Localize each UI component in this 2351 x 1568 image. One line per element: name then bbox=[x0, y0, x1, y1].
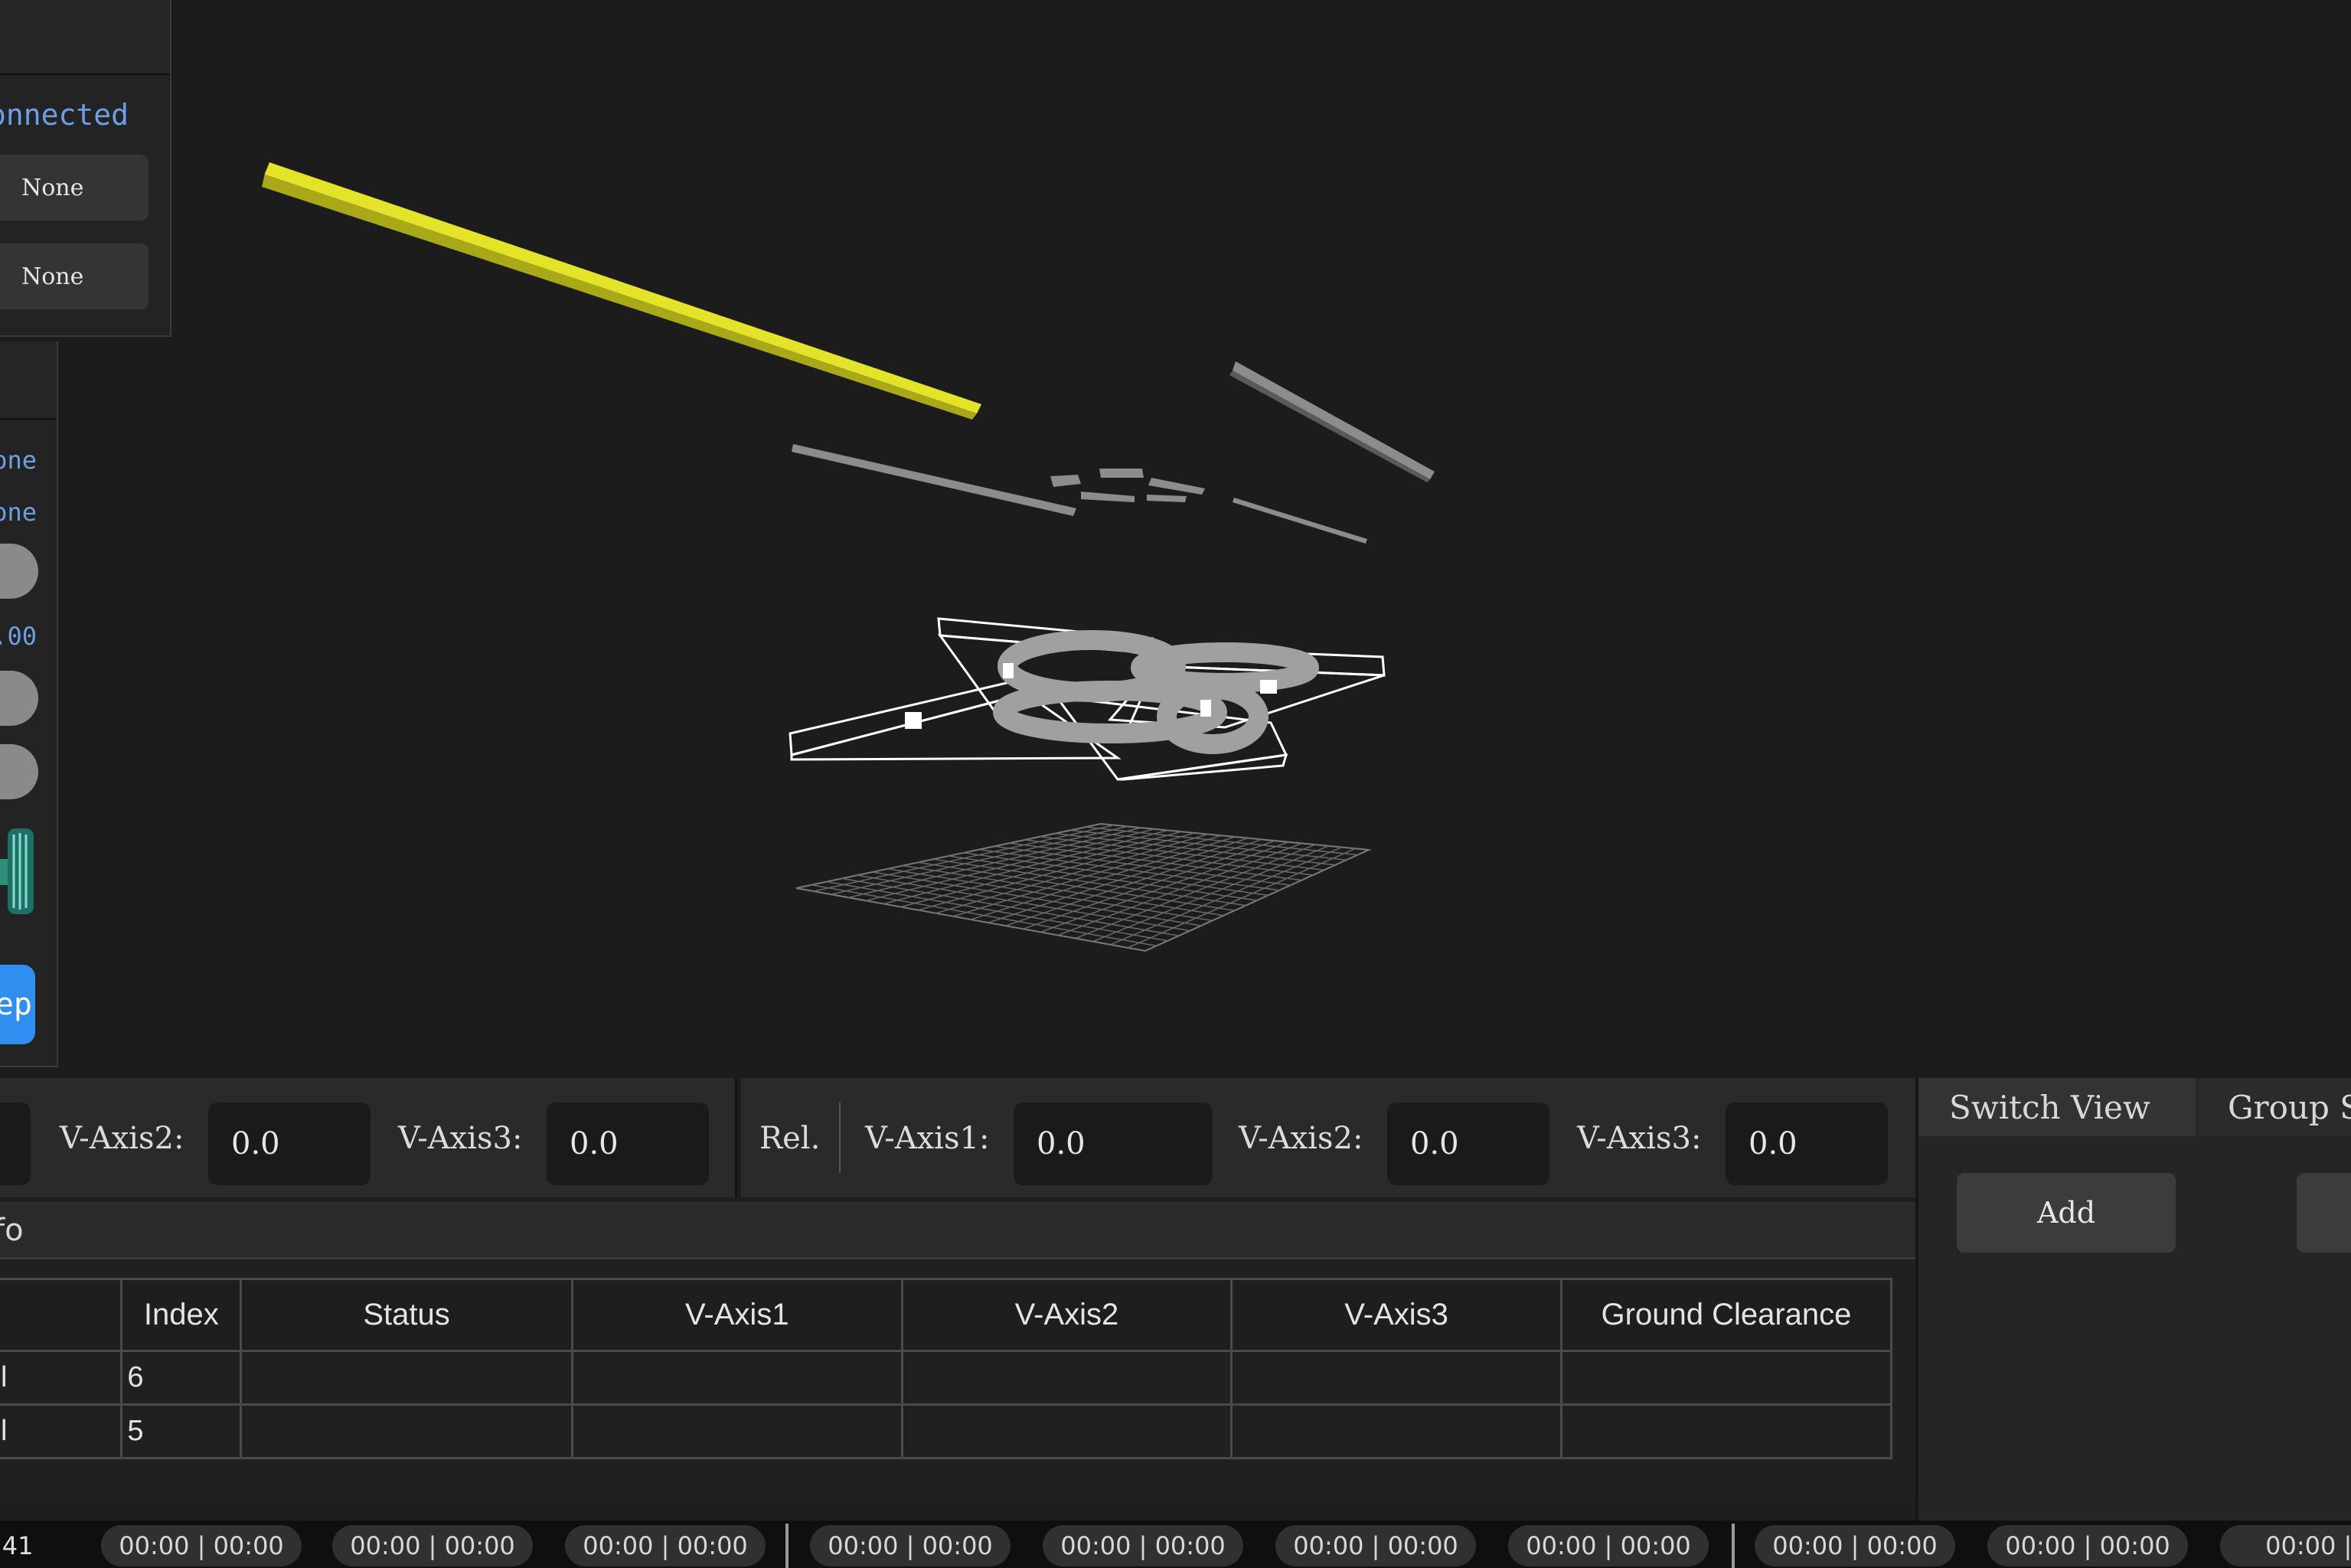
timeline-segment[interactable]: 00:00 | 00:00 bbox=[810, 1525, 1011, 1566]
axis2-abs-label: V-Axis2: bbox=[60, 1121, 184, 1156]
table-row[interactable]: l 6 bbox=[0, 1350, 1893, 1406]
port-select-button[interactable]: None bbox=[0, 155, 149, 220]
cell-index: 6 bbox=[120, 1350, 243, 1406]
info-header: fo bbox=[0, 1202, 1915, 1259]
timeline-divider bbox=[785, 1524, 789, 1568]
connection-panel: onnected None None bbox=[0, 0, 171, 337]
cell-status bbox=[240, 1350, 573, 1406]
connection-panel-header bbox=[0, 0, 170, 75]
cell-v-axis3 bbox=[1230, 1350, 1562, 1406]
ground-grid bbox=[795, 822, 1372, 952]
axis3-rel-label: V-Axis3: bbox=[1577, 1121, 1702, 1156]
col-header-v-axis3[interactable]: V-Axis3 bbox=[1230, 1278, 1562, 1352]
axis3-abs-input[interactable]: 0.0 bbox=[547, 1102, 709, 1185]
tab-group[interactable]: Group S bbox=[2199, 1078, 2351, 1136]
axis2-rel-label: V-Axis2: bbox=[1239, 1121, 1363, 1156]
axis3-rel-input[interactable]: 0.0 bbox=[1726, 1102, 1888, 1185]
control-panel-header bbox=[0, 341, 57, 420]
absolute-axis-bar: V-Axis2: 0.0 V-Axis3: 0.0 bbox=[0, 1078, 737, 1197]
secondary-button[interactable] bbox=[2297, 1173, 2351, 1253]
device-select-button[interactable]: None bbox=[0, 243, 149, 309]
control-value-3: .00 bbox=[0, 622, 37, 651]
cell-ground-clearance bbox=[1559, 1350, 1893, 1406]
axis1-abs-input[interactable] bbox=[0, 1102, 31, 1185]
axis1-rel-input[interactable]: 0.0 bbox=[1014, 1102, 1213, 1185]
axis1-rel-label: V-Axis1: bbox=[865, 1121, 990, 1156]
cell-v-axis3 bbox=[1230, 1403, 1562, 1459]
col-header-name[interactable] bbox=[0, 1278, 123, 1352]
timeline-segment[interactable]: 00:00 | 00:00 bbox=[1755, 1525, 1955, 1566]
waypoint-table-area: Index Status V-Axis1 V-Axis2 V-Axis3 Gro… bbox=[0, 1259, 1915, 1503]
view-side-panel: Switch View Group S Add bbox=[1915, 1078, 2351, 1521]
cell-v-axis1 bbox=[570, 1350, 903, 1406]
timeline-segment[interactable]: 00:00 | 00:00 bbox=[1275, 1525, 1476, 1566]
rel-label: Rel. bbox=[759, 1121, 821, 1156]
axis3-abs-label: V-Axis3: bbox=[398, 1121, 523, 1156]
timeline-segment[interactable]: 00:00 | 0 bbox=[2220, 1525, 2351, 1566]
step-button[interactable]: ep bbox=[0, 965, 35, 1044]
scene-canvas[interactable] bbox=[0, 0, 2351, 1078]
rel-separator bbox=[839, 1102, 841, 1173]
timeline-current-time: :41 bbox=[0, 1531, 34, 1560]
timeline-divider bbox=[1732, 1524, 1735, 1568]
cell-ground-clearance bbox=[1559, 1403, 1893, 1459]
timeline-segment[interactable]: 00:00 | 00:00 bbox=[565, 1525, 766, 1566]
timeline-segment[interactable]: 00:00 | 00:00 bbox=[101, 1525, 302, 1566]
timeline-segment[interactable]: 00:00 | 00:00 bbox=[1508, 1525, 1709, 1566]
cell-v-axis1 bbox=[570, 1403, 903, 1459]
timeline-segment[interactable]: 00:00 | 00:00 bbox=[1987, 1525, 2188, 1566]
tab-switch-view[interactable]: Switch View bbox=[1918, 1078, 2196, 1136]
cell-v-axis2 bbox=[900, 1403, 1233, 1459]
axis2-abs-input[interactable]: 0.0 bbox=[208, 1102, 371, 1185]
table-row[interactable]: l 5 bbox=[0, 1403, 1893, 1459]
timeline-bar[interactable]: :41 00:00 | 00:00 00:00 | 00:00 00:00 | … bbox=[0, 1521, 2351, 1568]
cell-v-axis2 bbox=[900, 1350, 1233, 1406]
control-value-2: one bbox=[0, 498, 37, 527]
col-header-ground-clearance[interactable]: Ground Clearance bbox=[1559, 1278, 1893, 1352]
slider-handle-icon[interactable] bbox=[0, 828, 35, 914]
cell-index: 5 bbox=[120, 1403, 243, 1459]
info-title: fo bbox=[0, 1213, 24, 1248]
control-panel: one one .00 ep bbox=[0, 341, 58, 1067]
col-header-index[interactable]: Index bbox=[120, 1278, 243, 1352]
control-toggle-1[interactable] bbox=[0, 544, 38, 599]
control-toggle-3[interactable] bbox=[0, 744, 38, 799]
table-header-row: Index Status V-Axis1 V-Axis2 V-Axis3 Gro… bbox=[0, 1278, 1893, 1352]
relative-axis-bar: Rel. V-Axis1: 0.0 V-Axis2: 0.0 V-Axis3: … bbox=[741, 1078, 1915, 1197]
timeline-segment[interactable]: 00:00 | 00:00 bbox=[332, 1525, 533, 1566]
3d-viewport[interactable] bbox=[0, 0, 2351, 1078]
col-header-v-axis2[interactable]: V-Axis2 bbox=[900, 1278, 1233, 1352]
cell-name: l bbox=[0, 1403, 123, 1459]
timeline-segment[interactable]: 00:00 | 00:00 bbox=[1043, 1525, 1243, 1566]
col-header-v-axis1[interactable]: V-Axis1 bbox=[570, 1278, 903, 1352]
connection-status: onnected bbox=[0, 98, 129, 132]
control-value-1: one bbox=[0, 446, 37, 475]
add-button[interactable]: Add bbox=[1957, 1173, 2176, 1253]
app-window: onnected None None one one .00 ep V-Axis… bbox=[0, 0, 2351, 1568]
axis2-rel-input[interactable]: 0.0 bbox=[1387, 1102, 1549, 1185]
cell-name: l bbox=[0, 1350, 123, 1406]
col-header-status[interactable]: Status bbox=[240, 1278, 573, 1352]
cell-status bbox=[240, 1403, 573, 1459]
waypoint-table: Index Status V-Axis1 V-Axis2 V-Axis3 Gro… bbox=[0, 1278, 1893, 1459]
control-toggle-2[interactable] bbox=[0, 671, 38, 726]
yellow-bar-object[interactable] bbox=[262, 162, 981, 420]
